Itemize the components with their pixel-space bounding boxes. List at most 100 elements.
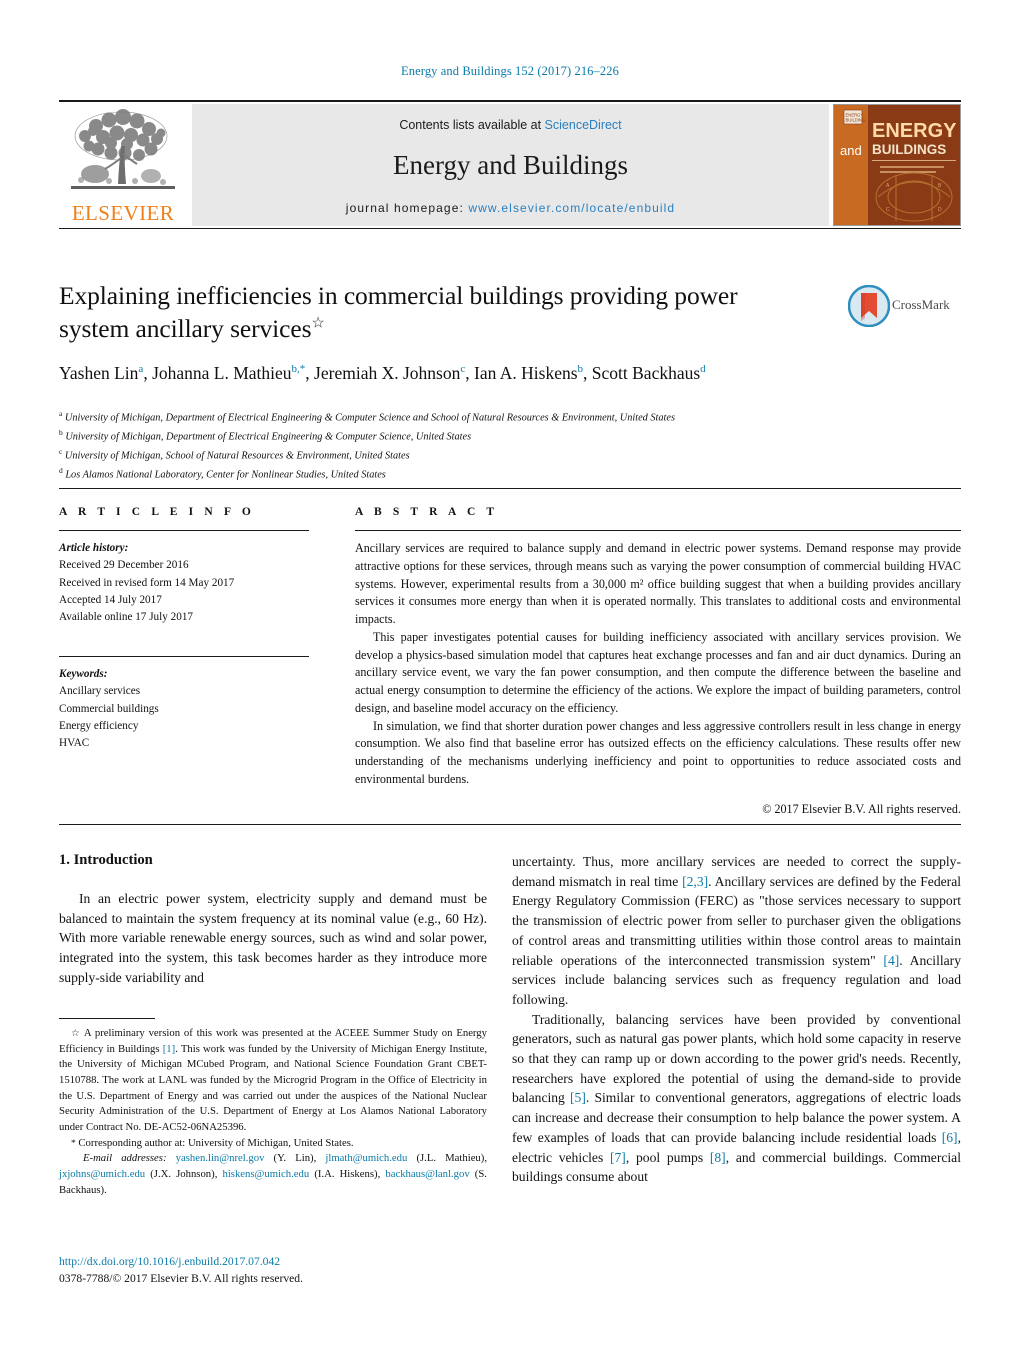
article-history-item: Received in revised form 14 May 2017 xyxy=(59,576,235,589)
affiliation-item: a University of Michigan, Department of … xyxy=(59,409,675,424)
keywords-items: Ancillary services Commercial buildings En… xyxy=(59,683,309,752)
footer-doi-block: http://dx.doi.org/10.1016/j.enbuild.2017… xyxy=(59,1253,489,1288)
page-title: Explaining inefficiencies in commercial … xyxy=(59,280,799,345)
paper-title-text: Explaining inefficiencies in commercial … xyxy=(59,281,738,343)
article-info-column: A R T I C L E I N F O Article history: R… xyxy=(59,506,309,753)
corresponding-author-text: Corresponding author at: University of M… xyxy=(75,1136,354,1149)
article-history-items: Received 29 December 2016 Received in rev… xyxy=(59,557,309,626)
footnote-separator-rule xyxy=(59,1018,155,1019)
citation-1[interactable]: [1] xyxy=(163,1043,175,1055)
citation-8[interactable]: [8] xyxy=(710,1150,726,1165)
keyword-item: HVAC xyxy=(59,737,90,750)
email-link[interactable]: backhaus@lanl.gov xyxy=(385,1168,469,1180)
abstract-rule xyxy=(355,530,961,531)
body-column-right: uncertainty. Thus, more ancillary servic… xyxy=(512,852,961,1187)
title-footnote-star: ☆ xyxy=(311,315,325,332)
article-info-rule xyxy=(59,530,309,531)
body-column-left: 1. Introduction In an electric power sys… xyxy=(59,852,487,988)
elsevier-logo: ELSEVIER xyxy=(59,104,187,226)
article-info-heading: A R T I C L E I N F O xyxy=(59,506,255,518)
journal-header-band: ELSEVIER Contents lists available at Sci… xyxy=(59,104,961,226)
footnotes-block: ☆ A preliminary version of this work was… xyxy=(59,1026,487,1198)
keywords-block: Keywords: Ancillary services Commercial b… xyxy=(59,666,309,753)
affiliation-item: d Los Alamos National Laboratory, Center… xyxy=(59,466,386,481)
citation-6[interactable]: [6] xyxy=(942,1130,958,1145)
svg-text:and: and xyxy=(840,143,862,158)
abstract-paragraph: In simulation, we find that shorter dura… xyxy=(355,718,961,786)
header-top-rule xyxy=(59,100,961,102)
svg-text:ENERGY: ENERGY xyxy=(872,120,957,142)
article-history-item: Received 29 December 2016 xyxy=(59,559,189,572)
abstract-bottom-rule xyxy=(59,824,961,825)
footnote-corresponding: * Corresponding author at: University of… xyxy=(59,1136,487,1152)
keyword-item: Energy efficiency xyxy=(59,719,139,732)
citation-4[interactable]: [4] xyxy=(883,953,899,968)
info-top-rule xyxy=(59,488,961,489)
footnote-funding: ☆ A preliminary version of this work was… xyxy=(59,1026,487,1136)
right-paragraph-2: Traditionally, balancing services have b… xyxy=(512,1010,961,1187)
running-head: Energy and Buildings 152 (2017) 216–226 xyxy=(401,64,619,78)
affiliations-list: a University of Michigan, Department of … xyxy=(59,408,919,484)
crossmark-label: CrossMark xyxy=(892,297,950,312)
svg-text:C: C xyxy=(886,207,890,213)
citation-2-3[interactable]: [2,3] xyxy=(682,874,708,889)
journal-header-center: Contents lists available at ScienceDirec… xyxy=(192,104,829,226)
svg-text:D: D xyxy=(938,207,942,213)
affiliation-item: c University of Michigan, School of Natu… xyxy=(59,447,410,462)
right-paragraph-1: uncertainty. Thus, more ancillary servic… xyxy=(512,852,961,1010)
email-link[interactable]: jxjohns@umich.edu xyxy=(59,1168,145,1180)
elsevier-tree-icon xyxy=(71,109,175,189)
journal-homepage-line: journal homepage: www.elsevier.com/locat… xyxy=(192,201,829,215)
svg-text:BUILDINGS: BUILDINGS xyxy=(872,142,946,157)
intro-paragraph: In an electric power system, electricity… xyxy=(59,891,487,985)
abstract-heading: A B S T R A C T xyxy=(355,506,499,518)
email-link[interactable]: yashen.lin@nrel.gov xyxy=(176,1152,265,1164)
keywords-label: Keywords: xyxy=(59,667,108,680)
header-bottom-rule xyxy=(59,228,961,229)
article-history-label: Article history: xyxy=(59,542,129,554)
affiliation-marker: c xyxy=(59,447,63,457)
article-history-block: Article history: Received 29 December 20… xyxy=(59,540,309,627)
abstract-paragraph: This paper investigates potential causes… xyxy=(355,629,961,715)
article-history-item: Available online 17 July 2017 xyxy=(59,611,194,624)
sciencedirect-link[interactable]: ScienceDirect xyxy=(545,118,622,132)
issn-copyright-line: 0378-7788/© 2017 Elsevier B.V. All right… xyxy=(59,1272,303,1286)
abstract-paragraph: Ancillary services are required to balan… xyxy=(355,541,961,627)
journal-cover-thumbnail: ENERGY BUILDING and ENERGY BUILDINGS AB xyxy=(833,104,961,226)
keyword-item: Ancillary services xyxy=(59,685,141,698)
homepage-prefix: journal homepage: xyxy=(345,201,469,215)
title-block: Explaining inefficiencies in commercial … xyxy=(59,280,799,385)
footnote-funding-b: . This work was funded by the University… xyxy=(59,1042,487,1133)
abstract-copyright: © 2017 Elsevier B.V. All rights reserved… xyxy=(762,801,961,816)
citation-7[interactable]: [7] xyxy=(610,1150,626,1165)
doi-link[interactable]: http://dx.doi.org/10.1016/j.enbuild.2017… xyxy=(59,1253,489,1270)
paper-page: Energy and Buildings 152 (2017) 216–226 xyxy=(0,0,1020,1351)
rp2-d: , pool pumps xyxy=(625,1149,710,1165)
affiliation-marker: a xyxy=(59,409,63,418)
elsevier-wordmark: ELSEVIER xyxy=(71,201,175,225)
contents-line: Contents lists available at ScienceDirec… xyxy=(192,118,829,132)
affiliation-marker: b xyxy=(59,428,63,438)
homepage-url-link[interactable]: www.elsevier.com/locate/enbuild xyxy=(468,201,675,215)
affiliation-marker: d xyxy=(59,466,63,476)
crossmark-badge[interactable]: CrossMark xyxy=(847,284,958,331)
footnote-star-icon: ☆ xyxy=(71,1029,81,1039)
contents-prefix: Contents lists available at xyxy=(399,118,545,132)
journal-cover-art: ENERGY BUILDING and ENERGY BUILDINGS AB xyxy=(834,105,960,225)
author-list: Yashen Lina, Johanna L. Mathieub,*, Jere… xyxy=(59,363,706,384)
abstract-body: Ancillary services are required to balan… xyxy=(355,540,961,789)
svg-text:BUILDING: BUILDING xyxy=(846,118,866,123)
citation-5[interactable]: [5] xyxy=(570,1090,586,1105)
affiliation-item: b University of Michigan, Department of … xyxy=(59,428,472,443)
email-link[interactable]: hiskens@umich.edu xyxy=(222,1168,309,1180)
keyword-item: Commercial buildings xyxy=(59,702,159,715)
article-history-item: Accepted 14 July 2017 xyxy=(59,594,162,607)
email-link[interactable]: jlmath@umich.edu xyxy=(325,1152,407,1164)
abstract-column: A B S T R A C T Ancillary services are r… xyxy=(355,506,961,817)
footnote-emails: E-mail addresses: yashen.lin@nrel.gov (Y… xyxy=(59,1151,487,1198)
journal-title: Energy and Buildings xyxy=(393,150,628,180)
section-heading-introduction: 1. Introduction xyxy=(59,852,153,868)
keywords-rule xyxy=(59,655,309,657)
crossmark-icon xyxy=(847,284,891,328)
